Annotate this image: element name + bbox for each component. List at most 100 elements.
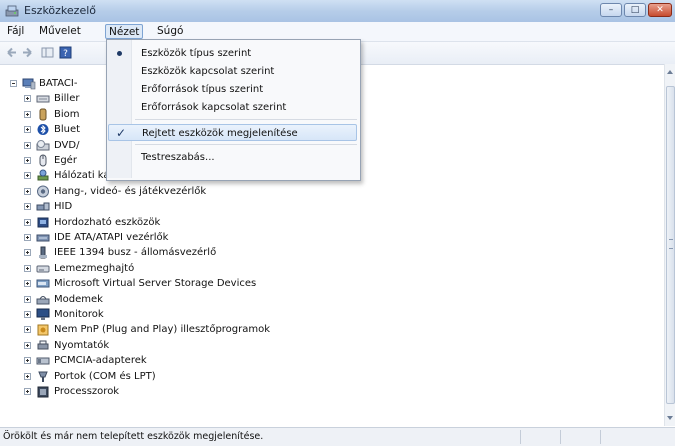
view-menu-item[interactable]: Erőforrások típus szerint	[108, 81, 357, 98]
processor-icon	[37, 386, 49, 398]
disk-drive-icon	[36, 265, 50, 273]
expand-icon[interactable]	[24, 95, 31, 103]
view-menu-dropdown: Eszközök típus szerint Eszközök kapcsolat…	[106, 39, 361, 181]
printer-icon	[37, 340, 49, 350]
status-divider	[560, 430, 561, 444]
svg-text:?: ?	[63, 49, 68, 59]
expand-icon[interactable]	[24, 172, 31, 180]
tree-item-label: Hordozható eszközök	[54, 216, 161, 228]
collapse-icon[interactable]	[10, 80, 17, 87]
expand-icon[interactable]	[24, 326, 31, 334]
expand-icon[interactable]	[24, 264, 31, 272]
monitor-icon	[36, 308, 50, 320]
tree-item-label: Modemek	[54, 293, 103, 305]
expand-icon[interactable]	[24, 341, 31, 349]
fingerprint-icon	[39, 108, 47, 121]
ide-controller-icon	[36, 234, 50, 242]
driver-icon	[37, 324, 49, 336]
mouse-icon	[39, 154, 47, 167]
expand-icon[interactable]	[24, 203, 31, 211]
bluetooth-icon	[37, 124, 49, 136]
view-menu-item[interactable]: Erőforrások kapcsolat szerint	[108, 99, 357, 116]
menu-file[interactable]: Fájl	[4, 24, 27, 39]
expand-icon[interactable]	[24, 218, 31, 226]
grip-icon	[669, 239, 673, 249]
radio-bullet-icon	[117, 51, 122, 56]
tree-item-label: DVD/	[54, 139, 80, 151]
tree-item-label: Portok (COM és LPT)	[54, 370, 156, 382]
tree-item-label: Lemezmeghajtó	[54, 262, 135, 274]
tree-item-label: Nyomtatók	[54, 339, 110, 351]
view-menu-item-label: Eszközök típus szerint	[141, 48, 252, 59]
expand-icon[interactable]	[24, 187, 31, 195]
expand-icon[interactable]	[24, 126, 31, 134]
forward-arrow-icon[interactable]	[20, 45, 35, 60]
expand-icon[interactable]	[24, 388, 31, 395]
tree-item-label: Biom	[54, 108, 80, 120]
view-menu-item-label: Erőforrások típus szerint	[141, 84, 264, 95]
pcmcia-icon	[36, 357, 50, 365]
expand-icon[interactable]	[24, 141, 31, 149]
keyboard-icon	[36, 95, 50, 103]
maximize-icon: □	[630, 5, 640, 15]
tree-item-label: PCMCIA-adapterek	[54, 355, 147, 367]
tree-item-label: IEEE 1394 busz - állomásvezérlő	[54, 247, 217, 259]
close-button[interactable]: ✕	[648, 3, 672, 17]
status-divider	[600, 430, 601, 444]
window-title: Eszközkezelő	[24, 4, 97, 17]
view-menu-item[interactable]: Eszközök típus szerint	[108, 45, 357, 62]
root-label: BATACI-	[39, 78, 78, 89]
tree-item-label: HID	[54, 201, 73, 213]
status-divider	[520, 430, 521, 444]
back-arrow-icon[interactable]	[4, 45, 19, 60]
modem-icon	[36, 295, 50, 305]
tree-item-label: Monitorok	[54, 309, 104, 320]
expand-icon[interactable]	[24, 157, 31, 164]
tree-item-label: Processzorok	[54, 386, 120, 397]
checkmark-icon: ✓	[116, 126, 127, 140]
menu-action[interactable]: Művelet	[36, 24, 84, 39]
scroll-down-icon[interactable]	[667, 416, 673, 420]
view-menu-item-label: Rejtett eszközök megjelenítése	[142, 128, 298, 139]
hid-icon	[36, 202, 50, 211]
menu-view[interactable]: Nézet	[105, 24, 144, 39]
tree-item-label: IDE ATA/ATAPI vezérlők	[54, 232, 169, 243]
status-text: Örökölt és már nem telepített eszközök m…	[3, 431, 264, 442]
firewire-icon	[39, 246, 47, 259]
vertical-scrollbar[interactable]	[664, 64, 675, 426]
expand-icon[interactable]	[24, 311, 31, 318]
menu-help[interactable]: Súgó	[154, 24, 186, 39]
tree-item-label: Nem PnP (Plug and Play) illesztőprogramo…	[54, 324, 271, 336]
tree-item-label: Egér	[54, 155, 77, 166]
show-hide-tree-icon[interactable]	[40, 45, 55, 60]
tree-item-label: Hang-, videó- és játékvezérlők	[54, 185, 207, 197]
help-icon[interactable]: ?	[58, 45, 73, 60]
port-icon	[38, 371, 48, 382]
scroll-up-icon[interactable]	[667, 70, 673, 74]
portable-device-icon	[37, 217, 49, 228]
storage-controller-icon	[36, 279, 50, 288]
network-adapter-icon	[37, 169, 49, 181]
menu-separator	[135, 119, 357, 120]
view-menu-item[interactable]: Eszközök kapcsolat szerint	[108, 63, 357, 80]
scroll-thumb[interactable]	[666, 86, 675, 404]
expand-icon[interactable]	[24, 280, 31, 288]
status-bar: Örökölt és már nem telepített eszközök m…	[0, 427, 675, 446]
maximize-button[interactable]: □	[624, 3, 646, 17]
expand-icon[interactable]	[24, 357, 31, 365]
title-bar[interactable]: Eszközkezelő – □ ✕	[0, 0, 675, 23]
menu-separator	[135, 144, 357, 145]
expand-icon[interactable]	[24, 372, 31, 380]
expand-icon[interactable]	[24, 110, 31, 118]
expand-icon[interactable]	[24, 249, 31, 257]
close-icon: ✕	[656, 5, 664, 15]
view-menu-item[interactable]: ✓ Rejtett eszközök megjelenítése	[108, 124, 357, 141]
speaker-icon	[37, 185, 49, 198]
expand-icon[interactable]	[24, 295, 31, 303]
view-menu-item[interactable]: Testreszabás...	[108, 149, 357, 166]
minimize-button[interactable]: –	[600, 3, 622, 17]
view-menu-item-label: Erőforrások kapcsolat szerint	[141, 102, 287, 113]
expand-icon[interactable]	[24, 234, 31, 241]
minimize-icon: –	[608, 5, 614, 15]
device-manager-icon	[5, 5, 19, 17]
